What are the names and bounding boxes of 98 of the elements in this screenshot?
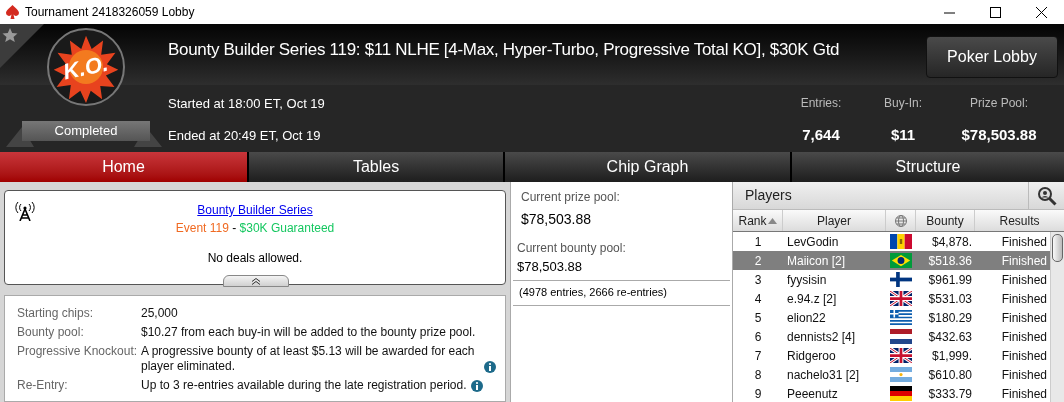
rank-cell-text: 5 <box>754 309 762 327</box>
result-cell-text: Finished <box>1001 385 1047 402</box>
tab[interactable]: Home <box>0 152 247 182</box>
maximize-icon <box>989 6 1001 18</box>
result-cell-text: Finished <box>1001 347 1047 365</box>
flag-icon <box>890 329 912 344</box>
stat-label: Entries: <box>800 95 842 112</box>
player-name: Ridgeroo <box>787 348 836 363</box>
tab[interactable]: Structure <box>792 152 1064 182</box>
flag-icon <box>890 386 912 401</box>
player-name: Maiicon [2] <box>787 253 846 268</box>
result-cell-text: Finished <box>1001 309 1047 327</box>
rank-column-header[interactable]: Rank <box>733 210 783 231</box>
prize-pool-value: $78,503.88 <box>521 210 593 229</box>
bounty-cell-text: $518.36 <box>928 252 972 270</box>
deals-note: No deals allowed. <box>207 250 303 267</box>
search-icon <box>1036 185 1057 206</box>
flag-icon <box>890 291 912 306</box>
result-cell-text: Finished <box>1001 328 1047 346</box>
detail-value: 25,000 <box>141 306 178 321</box>
stat-label: Buy-In: <box>884 95 922 112</box>
result-cell-text: Finished <box>1001 366 1047 384</box>
bounty-pool-value: $78,503.88 <box>517 258 584 276</box>
collapse-icon <box>251 277 261 285</box>
window-title: Tournament 2418326059 Lobby <box>25 4 195 21</box>
detail-label: Starting chips: <box>17 306 95 321</box>
player-name: fyysisin <box>787 272 827 287</box>
bounty-cell-text: $432.63 <box>928 328 972 346</box>
bounty-cell-text: $180.29 <box>928 309 972 327</box>
result-cell-text: Finished <box>1001 233 1047 251</box>
detail-value: Up to 3 re-entries available during the late registration period. <box>141 378 467 393</box>
rank-cell-text: 1 <box>754 233 762 251</box>
scrollbar[interactable] <box>1050 232 1064 402</box>
detail-label: Bounty pool: <box>17 325 85 340</box>
spade-icon <box>6 5 19 19</box>
end-time: Ended at 20:49 ET, Oct 19 <box>168 127 321 145</box>
flag-icon <box>890 234 912 249</box>
sort-arrow-icon <box>767 217 777 224</box>
info-icon[interactable] <box>470 380 483 392</box>
bounty-cell-text: $531.03 <box>928 290 972 308</box>
tab[interactable]: Tables <box>249 152 503 182</box>
player-name: nachelo31 [2] <box>787 367 860 382</box>
player-column-header[interactable]: Player <box>783 210 886 231</box>
globe-icon <box>894 214 907 227</box>
antenna-icon <box>15 201 35 221</box>
stat-value: 7,644 <box>802 125 840 145</box>
detail-label: Progressive Knockout: <box>17 344 139 360</box>
bounty-pool-label: Current bounty pool: <box>517 240 627 257</box>
bounty-cell-text: $4,878. <box>931 233 972 251</box>
series-link[interactable]: Bounty Builder Series <box>197 201 313 219</box>
poker-lobby-button[interactable]: Poker Lobby <box>926 36 1058 78</box>
results-column-header[interactable]: Results <box>975 210 1064 231</box>
detail-value: $10.27 from each buy-in will be added to the bounty prize pool. <box>141 325 476 340</box>
bounty-cell-text: $610.80 <box>928 366 972 384</box>
player-name: Peeenutz <box>787 386 838 401</box>
stat-label: Prize Pool: <box>970 95 1028 112</box>
bounty-cell-text: $333.79 <box>928 385 972 402</box>
player-name: dennists2 [4] <box>787 329 856 344</box>
rank-cell-text: 8 <box>754 366 762 384</box>
info-icon[interactable] <box>484 361 496 373</box>
bounty-cell-text: $961.99 <box>928 271 972 289</box>
detail-value: A progressive bounty of at least $5.13 will be awarded for each player eliminated. <box>141 344 476 374</box>
rank-cell-text: 2 <box>754 252 762 270</box>
player-name: e.94.z [2] <box>787 291 837 306</box>
players-title: Players <box>745 186 792 205</box>
guarantee-text: $30K Guaranteed <box>239 220 335 237</box>
rank-cell-text: 9 <box>754 385 762 402</box>
collapse-tab[interactable] <box>223 275 289 287</box>
separator: - <box>231 220 238 237</box>
prize-pool-label: Current prize pool: <box>521 189 621 206</box>
flag-icon <box>890 253 912 268</box>
detail-label: Re-Entry: <box>17 378 69 393</box>
status-label: Completed <box>22 121 150 141</box>
start-time: Started at 18:00 ET, Oct 19 <box>168 95 325 113</box>
flag-icon <box>890 367 912 382</box>
stat-value: $11 <box>890 125 916 145</box>
rank-cell-text: 4 <box>754 290 762 308</box>
bounty-column-header[interactable]: Bounty <box>916 210 975 231</box>
player-row[interactable]: 2 Maiicon [2] $518.36 Finished <box>733 251 1050 270</box>
result-cell-text: Finished <box>1001 290 1047 308</box>
event-number: Event 119 <box>175 220 229 237</box>
stat-value: $78,503.88 <box>961 125 1037 145</box>
tab[interactable]: Chip Graph <box>505 152 790 182</box>
rank-cell-text: 7 <box>754 347 762 365</box>
rank-cell-text: 3 <box>754 271 762 289</box>
star-icon <box>0 24 44 68</box>
player-name: LevGodin <box>787 234 839 249</box>
player-name: elion22 <box>787 310 826 325</box>
result-cell-text: Finished <box>1001 252 1047 270</box>
result-cell-text: Finished <box>1001 271 1047 289</box>
close-icon <box>1035 6 1047 18</box>
flag-icon <box>890 348 912 363</box>
rank-cell-text: 6 <box>754 328 762 346</box>
entries-note: (4978 entries, 2666 re-entries) <box>519 284 668 300</box>
tournament-title: Bounty Builder Series 119: $11 NLHE [4-Max, Hyper-Turbo, Progressive Total KO], $30K Gtd <box>168 39 840 61</box>
bounty-cell-text: $1,999. <box>931 347 972 365</box>
flag-icon <box>890 272 912 287</box>
flag-icon <box>890 310 912 325</box>
